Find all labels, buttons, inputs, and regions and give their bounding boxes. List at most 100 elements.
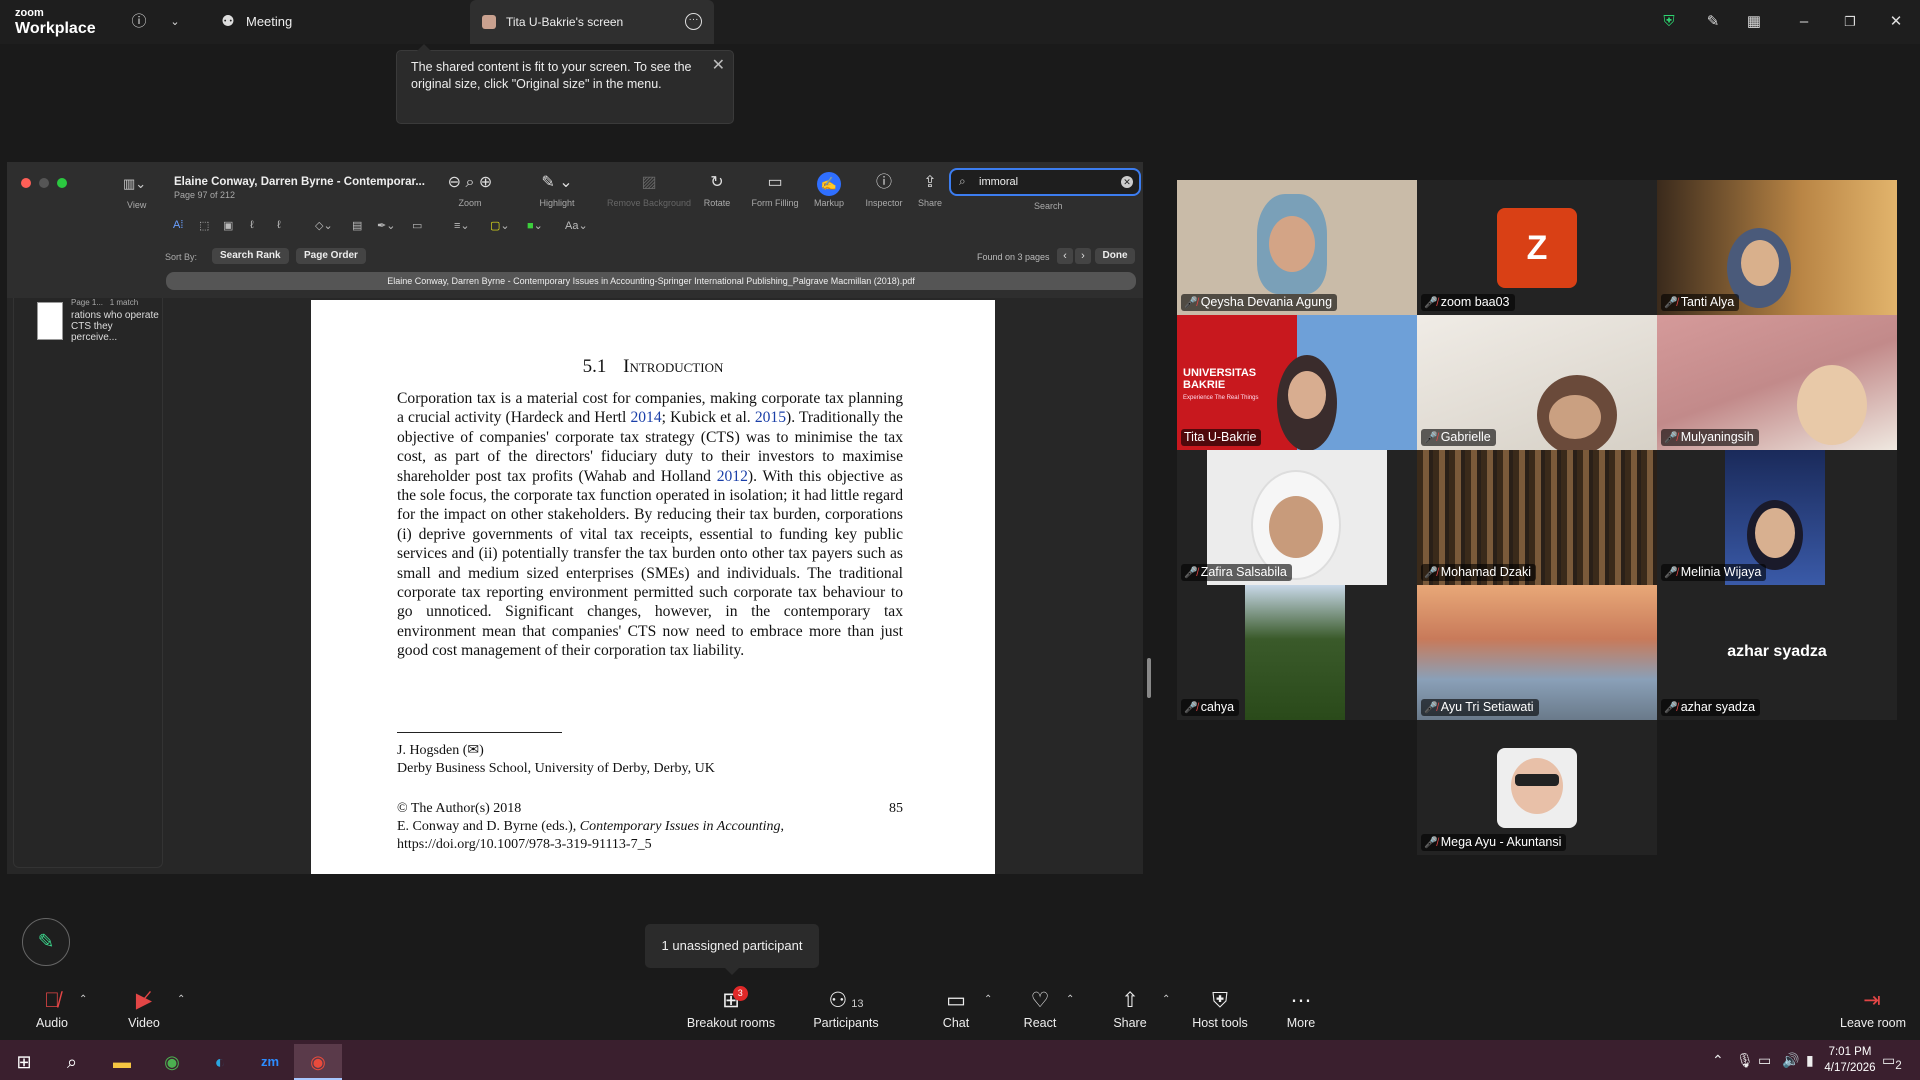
search-done-button[interactable]: Done [1095,248,1135,264]
fill-color-icon[interactable]: ■⌄ [527,219,543,232]
splitter-handle[interactable] [1147,658,1151,698]
mic-muted-icon: 🎤̸ [1664,432,1678,444]
note-icon[interactable]: ▭ [412,219,422,232]
annotate-button[interactable]: ✎ [22,918,70,966]
participant-tile-active-speaker[interactable]: UNIVERSITAS BAKRIE Experience The Real T… [1177,315,1417,450]
participant-tile[interactable]: 🎤̸ Melinia Wijaya [1657,450,1897,585]
window-minimize-dot[interactable] [39,178,49,188]
text-box-icon[interactable]: ▤ [352,219,362,232]
search-icon[interactable]: ⌕ [48,1044,96,1080]
next-result-icon[interactable]: › [1075,248,1091,264]
rotate-tool[interactable]: ↻ Rotate [701,172,733,208]
audio-options-caret[interactable]: ⌃ [79,994,87,1005]
chrome-active-icon[interactable]: ◉ [294,1044,342,1080]
citation-link[interactable]: 2014 [630,409,661,426]
participant-tile[interactable]: 🎤̸ Qeysha Devania Agung [1177,180,1417,315]
more-options-icon[interactable]: ··· [685,13,702,30]
battery-icon[interactable]: ▮ [1806,1052,1814,1069]
audio-button[interactable]: 🎙̸ Audio [34,988,70,1030]
form-filling-tool[interactable]: ▭ Form Filling [746,172,804,208]
tab-shared-screen[interactable]: Tita U-Bakrie's screen ··· [470,0,714,44]
rect-select-icon[interactable]: ⬚ [199,219,209,232]
share-tool[interactable]: ⇪ Share [913,172,947,208]
shapes-icon[interactable]: ◇⌄ [315,219,333,232]
remove-background-tool[interactable]: ▨ Remove Background [603,172,695,208]
chevron-down-icon[interactable]: ⌄ [165,12,185,32]
participant-tile[interactable]: 🎤̸ Mohamad Dzaki [1417,450,1657,585]
more-button[interactable]: ⋯ More [1286,988,1316,1030]
sort-page-order-button[interactable]: Page Order [296,248,366,264]
react-options-caret[interactable]: ⌃ [1066,994,1074,1005]
zoom-tool[interactable]: ⊖ ⌕ ⊕ Zoom [435,172,505,208]
result-snippet[interactable]: rations who operate CTS they perceive... [71,310,161,343]
inspector-tool[interactable]: ⓘ Inspector [862,172,906,208]
sidebar-toggle-icon[interactable]: ▥⌄ [123,176,146,192]
close-icon[interactable]: ✕ [1886,12,1906,32]
volume-icon[interactable]: 🔊 [1782,1052,1799,1069]
chat-options-caret[interactable]: ⌃ [984,994,992,1005]
clock[interactable]: 7:01 PM 4/17/2026 [1822,1044,1878,1076]
participant-tile[interactable]: 🎤̸ Tanti Alya [1657,180,1897,315]
sign-icon[interactable]: ✒⌄ [377,219,395,232]
host-tools-button[interactable]: ⛨ Host tools [1192,988,1248,1030]
participant-tile[interactable]: Z 🎤̸ zoom baa03 [1417,180,1657,315]
text-select-icon[interactable]: A⁞ [173,219,183,231]
redact-icon[interactable]: ▣ [223,219,233,232]
markup-tool[interactable]: ✍ Markup [807,172,851,208]
react-button[interactable]: ♡ React [1023,988,1057,1030]
window-zoom-dot[interactable] [57,178,67,188]
font-control[interactable]: Aa⌄ [565,219,588,232]
highlight-pen-icon: ✎ ⌄ [541,174,573,191]
result-thumbnail[interactable] [37,302,63,340]
participant-tile[interactable]: 🎤̸ Mega Ayu - Akuntansi [1417,720,1657,855]
file-explorer-icon[interactable]: ▬ [98,1044,146,1080]
clear-search-icon[interactable]: ✕ [1121,176,1133,188]
leave-room-button[interactable]: ⇥ Leave room [1840,988,1906,1030]
video-button[interactable]: ▶̸ Video [124,988,164,1030]
sort-search-rank-button[interactable]: Search Rank [212,248,289,264]
participant-tile[interactable]: 🎤̸ Gabrielle [1417,315,1657,450]
share-options-caret[interactable]: ⌃ [1162,994,1170,1005]
previous-result-icon[interactable]: ‹ [1057,248,1073,264]
meeting-tab[interactable]: Meeting [246,14,292,29]
restore-icon[interactable]: ❐ [1840,12,1860,32]
share-button[interactable]: ⇧ Share [1112,988,1148,1030]
chrome-icon[interactable]: ◉ [148,1044,196,1080]
edge-icon[interactable]: ◐ [196,1044,244,1080]
window-close-dot[interactable] [21,178,31,188]
breakout-rooms-button[interactable]: ⊞ 3 Breakout rooms [686,986,776,1030]
security-shield-icon[interactable]: ⛨ [1659,12,1679,32]
border-color-icon[interactable]: ▢⌄ [490,219,510,232]
network-icon[interactable]: ▭ [1758,1052,1771,1069]
tray-chevron-icon[interactable]: ⌃ [1712,1052,1724,1069]
search-input[interactable]: ⌕ immoral ✕ [949,168,1141,196]
citation-link[interactable]: 2015 [755,409,786,426]
unassigned-participant-tooltip: 1 unassigned participant [645,924,819,975]
participant-tile[interactable]: 🎤̸ Mulyaningsih [1657,315,1897,450]
zoom-app-icon[interactable]: zm [246,1044,294,1080]
minimize-icon[interactable]: – [1794,12,1814,32]
draw-icon[interactable]: ℓ [277,219,281,231]
zoom-label: Zoom [458,198,482,208]
participant-tile[interactable]: azhar syadza 🎤̸ azhar syadza [1657,585,1897,720]
participants-button[interactable]: ⚇ 13 Participants [813,988,879,1030]
chat-button[interactable]: ▭ Chat [940,988,972,1030]
search-label: Search [1034,201,1063,211]
sketch-icon[interactable]: ℓ [250,219,254,231]
annotate-pen-icon[interactable]: ✎ [1703,12,1723,32]
info-icon[interactable]: ⓘ [129,12,149,32]
leave-icon: ⇥ [1863,989,1881,1012]
participant-tile[interactable]: 🎤̸ Ayu Tri Setiawati [1417,585,1657,720]
microphone-icon[interactable]: 🎙 [1736,1052,1754,1069]
close-icon[interactable]: ✕ [712,57,725,74]
notifications-icon[interactable]: ▭2 [1882,1052,1902,1072]
video-options-caret[interactable]: ⌃ [177,994,185,1005]
participant-tile[interactable]: 🎤̸ Zafira Salsabila [1177,450,1417,585]
line-style-icon[interactable]: ≡⌄ [454,219,470,232]
doi-link[interactable]: https://doi.org/10.1007/978-3-319-91113-… [397,836,903,854]
participant-tile[interactable]: 🎤̸ cahya [1177,585,1417,720]
view-layout-icon[interactable]: ▦ [1744,12,1764,32]
highlight-tool[interactable]: ✎ ⌄ Highlight [532,172,582,208]
citation-link[interactable]: 2012 [717,468,748,485]
start-icon[interactable]: ⊞ [0,1044,48,1080]
